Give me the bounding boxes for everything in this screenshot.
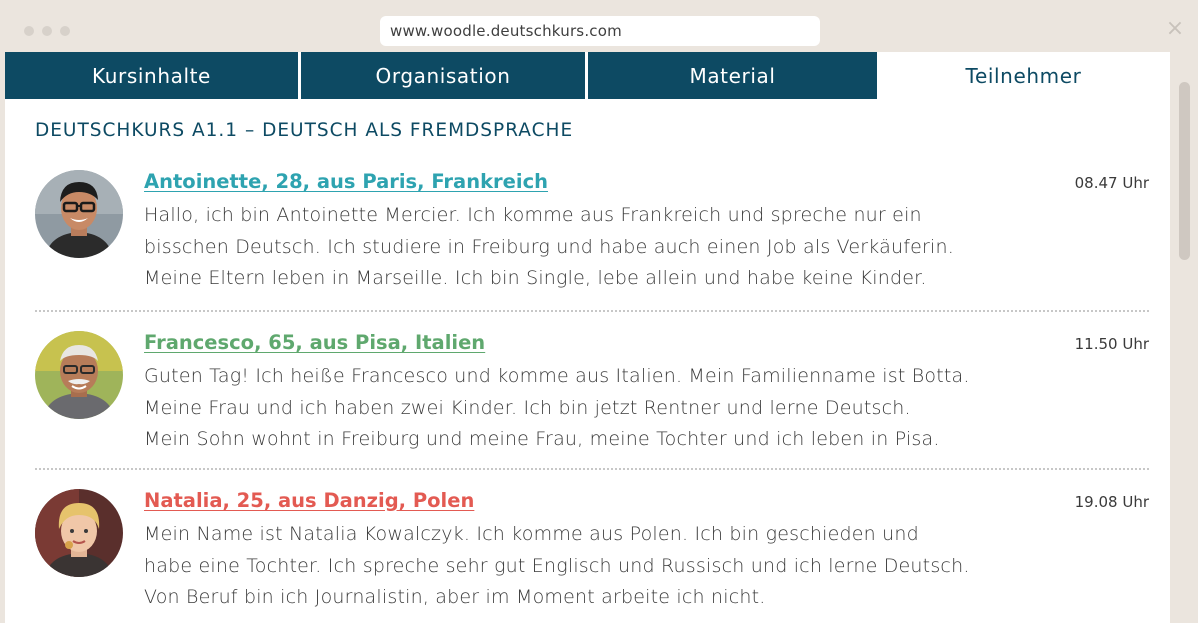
participants-panel: DEUTSCHKURS A1.1 – DEUTSCH ALS FREMDSPRA… xyxy=(5,99,1170,623)
scrollbar-thumb[interactable] xyxy=(1179,82,1190,260)
post-divider xyxy=(35,310,1149,312)
post-time: 08.47 Uhr xyxy=(1074,174,1149,192)
message-line: Meine Frau und ich haben zwei Kinder. Ic… xyxy=(144,396,911,419)
close-icon[interactable]: × xyxy=(1164,18,1186,40)
tab-material[interactable]: Material xyxy=(585,52,877,99)
tab-organisation[interactable]: Organisation xyxy=(298,52,585,99)
window-controls xyxy=(24,26,70,36)
tab-teilnehmer[interactable]: Teilnehmer xyxy=(877,52,1170,99)
avatar[interactable] xyxy=(35,170,123,258)
browser-window: www.woodle.deutschkurs.com × Kursinhalte… xyxy=(0,0,1198,623)
avatar-natalia-image xyxy=(35,489,123,577)
avatar[interactable] xyxy=(35,331,123,419)
message-line: Von Beruf bin ich Journalistin, aber im … xyxy=(144,586,766,608)
tab-kursinhalte[interactable]: Kursinhalte xyxy=(5,52,298,99)
avatar[interactable] xyxy=(35,489,123,577)
post-time: 11.50 Uhr xyxy=(1074,335,1149,353)
message-line: bisschen Deutsch. Ich studiere in Freibu… xyxy=(144,235,955,258)
window-minimize-dot[interactable] xyxy=(42,26,52,36)
window-maximize-dot[interactable] xyxy=(60,26,70,36)
window-close-dot[interactable] xyxy=(24,26,34,36)
message-line: habe eine Tochter. Ich spreche sehr gut … xyxy=(144,554,970,577)
participant-post: Antoinette, 28, aus Paris, Frankreich 08… xyxy=(35,170,1149,290)
participant-post: Francesco, 65, aus Pisa, Italien 11.50 U… xyxy=(35,331,1149,451)
post-message: Hallo, ich bin Antoinette Mercier. Ich k… xyxy=(144,200,1044,295)
participant-name-link[interactable]: Francesco, 65, aus Pisa, Italien xyxy=(144,331,485,354)
participant-post: Natalia, 25, aus Danzig, Polen 19.08 Uhr… xyxy=(35,489,1149,619)
scrollbar[interactable] xyxy=(1170,52,1198,623)
message-line: Mein Sohn wohnt in Freiburg und meine Fr… xyxy=(144,428,940,450)
avatar-antoinette-image xyxy=(35,170,123,258)
post-message: Guten Tag! Ich heiße Francesco und komme… xyxy=(144,361,1044,456)
participant-name-link[interactable]: Natalia, 25, aus Danzig, Polen xyxy=(144,489,474,512)
message-line: Guten Tag! Ich heiße Francesco und komme… xyxy=(144,365,970,387)
post-divider xyxy=(35,468,1149,470)
avatar-francesco-image xyxy=(35,331,123,419)
post-time: 19.08 Uhr xyxy=(1074,493,1149,511)
course-tabs: Kursinhalte Organisation Material Teilne… xyxy=(5,52,1170,99)
participant-name-link[interactable]: Antoinette, 28, aus Paris, Frankreich xyxy=(144,170,548,193)
title-bar: www.woodle.deutschkurs.com × xyxy=(0,0,1198,52)
address-bar[interactable]: www.woodle.deutschkurs.com xyxy=(380,16,820,46)
message-line: Mein Name ist Natalia Kowalczyk. Ich kom… xyxy=(144,523,919,545)
message-line: Meine Eltern leben in Marseille. Ich bin… xyxy=(144,267,927,289)
message-line: Hallo, ich bin Antoinette Mercier. Ich k… xyxy=(144,204,922,226)
post-message: Mein Name ist Natalia Kowalczyk. Ich kom… xyxy=(144,519,1044,614)
course-title: DEUTSCHKURS A1.1 – DEUTSCH ALS FREMDSPRA… xyxy=(35,120,574,141)
